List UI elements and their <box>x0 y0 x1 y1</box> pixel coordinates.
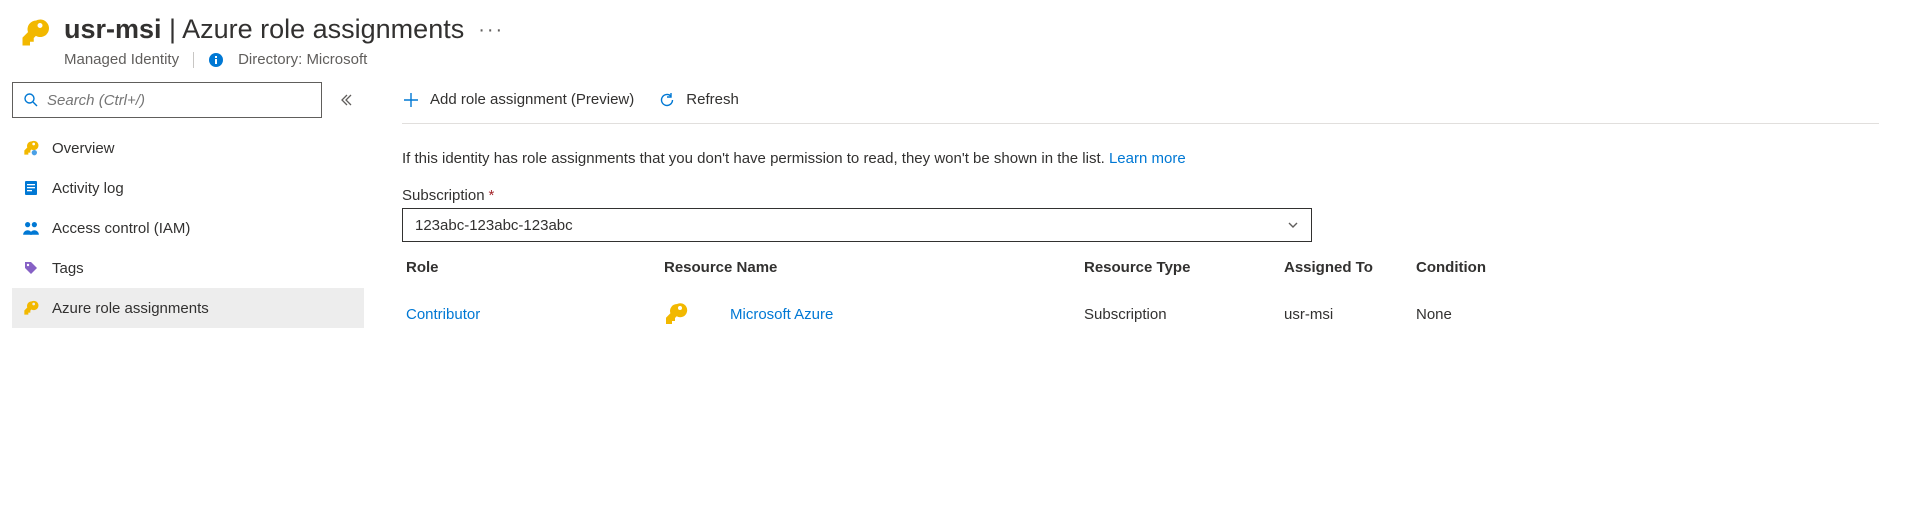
sidebar-item-label: Activity log <box>52 180 124 197</box>
col-header-role[interactable]: Role <box>402 259 664 276</box>
add-button-label: Add role assignment (Preview) <box>430 91 634 108</box>
resource-type: Managed Identity <box>64 51 179 68</box>
plus-icon <box>402 91 420 109</box>
refresh-button-label: Refresh <box>686 91 739 108</box>
cell-condition: None <box>1416 306 1879 323</box>
table-header: Role Resource Name Resource Type Assigne… <box>402 246 1879 288</box>
permission-notice: If this identity has role assignments th… <box>402 150 1879 167</box>
page-title: usr-msi | Azure role assignments <box>64 14 464 45</box>
resource-name-link[interactable]: Microsoft Azure <box>704 306 833 323</box>
sidebar-item-label: Tags <box>52 260 84 277</box>
role-link[interactable]: Contributor <box>406 306 480 323</box>
directory-info: Directory: Microsoft <box>238 51 367 68</box>
col-header-type[interactable]: Resource Type <box>1084 259 1284 276</box>
divider <box>193 52 194 68</box>
subscription-label: Subscription* <box>402 187 1879 204</box>
info-icon <box>208 52 224 68</box>
search-box[interactable] <box>12 82 322 118</box>
sidebar-item-label: Access control (IAM) <box>52 220 190 237</box>
key-icon <box>20 18 50 48</box>
chevron-down-icon <box>1287 219 1299 231</box>
people-icon <box>22 219 40 237</box>
sidebar-item-label: Azure role assignments <box>52 300 209 317</box>
tag-icon <box>22 259 40 277</box>
search-input[interactable] <box>47 92 311 109</box>
add-role-assignment-button[interactable]: Add role assignment (Preview) <box>402 91 634 109</box>
role-assignments-table: Role Resource Name Resource Type Assigne… <box>402 246 1879 340</box>
refresh-icon <box>658 91 676 109</box>
sidebar-item-tags[interactable]: Tags <box>12 248 364 288</box>
subscription-value: 123abc-123abc-123abc <box>415 217 573 234</box>
search-icon <box>23 92 39 108</box>
page-header: usr-msi | Azure role assignments ··· Man… <box>0 0 1909 78</box>
subscription-dropdown[interactable]: 123abc-123abc-123abc <box>402 208 1312 242</box>
learn-more-link[interactable]: Learn more <box>1109 150 1186 167</box>
col-header-assigned[interactable]: Assigned To <box>1284 259 1416 276</box>
refresh-button[interactable]: Refresh <box>658 91 739 109</box>
sidebar-item-overview[interactable]: Overview <box>12 128 364 168</box>
log-icon <box>22 179 40 197</box>
toolbar: Add role assignment (Preview) Refresh <box>402 78 1879 124</box>
main-content: Add role assignment (Preview) Refresh If… <box>372 78 1909 340</box>
sidebar-item-label: Overview <box>52 140 115 157</box>
key-yellow-icon <box>22 299 40 317</box>
more-button[interactable]: ··· <box>478 20 504 40</box>
collapse-sidebar-button[interactable] <box>328 82 364 118</box>
sidebar-item-access-control[interactable]: Access control (IAM) <box>12 208 364 248</box>
sidebar-item-activity-log[interactable]: Activity log <box>12 168 364 208</box>
col-header-name[interactable]: Resource Name <box>664 259 1084 276</box>
sidebar-item-role-assignments[interactable]: Azure role assignments <box>12 288 364 328</box>
key-small-icon <box>22 139 40 157</box>
cell-assigned: usr-msi <box>1284 306 1416 323</box>
cell-type: Subscription <box>1084 306 1284 323</box>
key-icon <box>664 302 688 326</box>
col-header-condition[interactable]: Condition <box>1416 259 1879 276</box>
table-row[interactable]: Contributor Microsoft Azure Subscription… <box>402 288 1879 340</box>
sidebar: Overview Activity log Access control (IA… <box>0 78 372 340</box>
